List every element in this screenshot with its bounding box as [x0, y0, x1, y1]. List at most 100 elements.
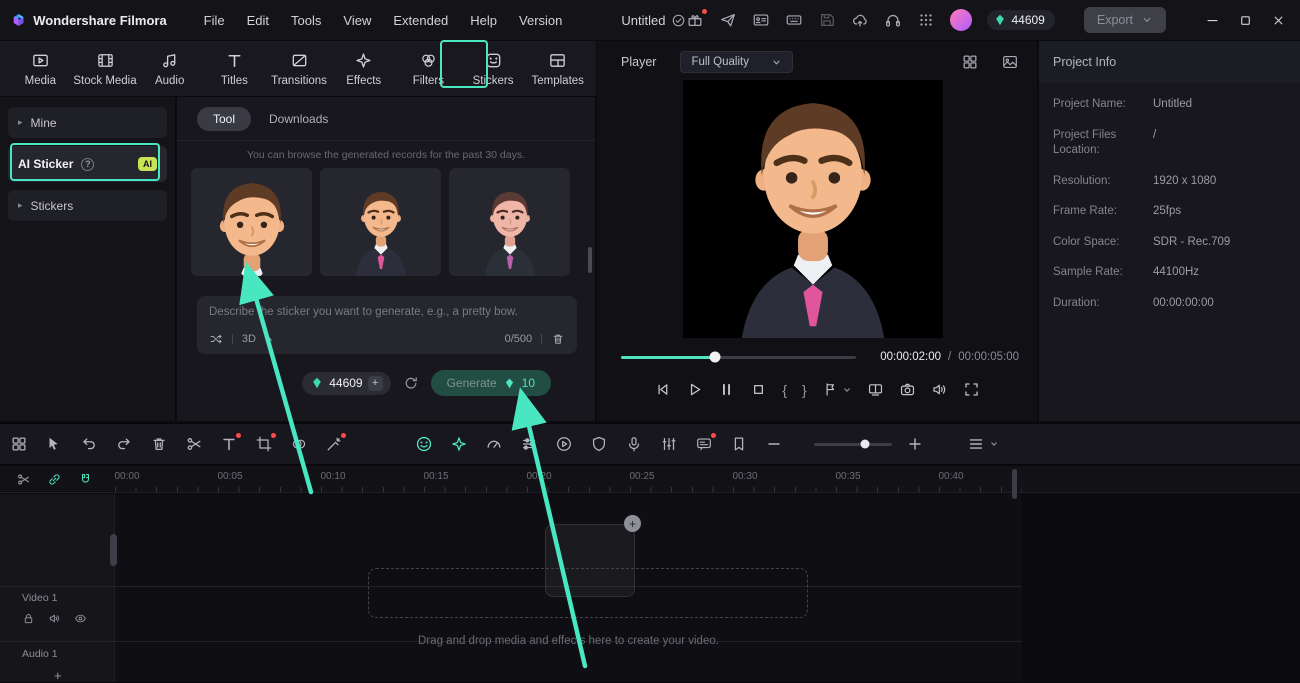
sidebar-item-stickers[interactable]: ▸ Stickers [8, 190, 167, 221]
track-size-toggle[interactable] [967, 435, 999, 453]
tab-filters[interactable]: Filters [396, 45, 461, 93]
shortcut-keyboard-icon[interactable] [785, 11, 803, 29]
mark-out-button[interactable]: } [802, 383, 807, 397]
hide-track-eye-icon[interactable] [74, 612, 87, 625]
timeline-ruler[interactable]: 00:00 00:05 00:10 00:15 00:20 00:25 00:3… [0, 466, 1300, 493]
mask-icon[interactable] [590, 435, 608, 453]
auto-ripple-magnet-icon[interactable] [78, 472, 93, 487]
play-button[interactable] [686, 381, 703, 398]
media-browser-icon[interactable] [10, 435, 28, 453]
link-clips-icon[interactable] [47, 472, 62, 487]
crop-icon[interactable] [255, 435, 273, 453]
track-header-scrollbar[interactable] [110, 534, 117, 566]
media-dropzone[interactable] [368, 568, 808, 618]
menu-tools[interactable]: Tools [280, 8, 332, 33]
save-icon[interactable] [818, 11, 836, 29]
add-track-button[interactable]: + [54, 668, 62, 683]
gift-icon[interactable] [686, 11, 704, 29]
prompt-input[interactable]: Describe the sticker you want to generat… [197, 296, 577, 354]
magic-wand-icon[interactable] [325, 435, 343, 453]
color-adjust-icon[interactable] [520, 435, 538, 453]
snapshot-camera-button[interactable] [899, 381, 916, 398]
refresh-icon[interactable] [403, 375, 419, 391]
split-mode-icon[interactable] [16, 472, 31, 487]
sidebar-item-ai-sticker[interactable]: AI Sticker ? AI [8, 146, 167, 182]
export-button[interactable]: Export [1083, 7, 1166, 33]
menu-edit[interactable]: Edit [236, 8, 280, 33]
dual-screen-button[interactable] [867, 381, 884, 398]
layout-grid-icon[interactable] [961, 53, 979, 71]
lock-track-icon[interactable] [22, 612, 35, 625]
coin-balance-badge[interactable]: 44609 [987, 10, 1055, 30]
contact-card-icon[interactable] [752, 11, 770, 29]
menu-extended[interactable]: Extended [382, 8, 459, 33]
tab-titles[interactable]: Titles [202, 45, 267, 93]
timeline-tracks[interactable]: Video 1 Audio 1 + + Drag and drop media … [0, 494, 1022, 683]
support-headset-icon[interactable] [884, 11, 902, 29]
auto-caption-icon[interactable] [695, 435, 713, 453]
apps-grid-icon[interactable] [917, 11, 935, 29]
seek-slider[interactable] [621, 351, 857, 363]
sticker-thumbnail-3[interactable] [449, 168, 570, 276]
chevron-up-icon[interactable] [264, 334, 274, 344]
tab-effects[interactable]: Effects [331, 45, 396, 93]
add-marker-icon[interactable] [730, 435, 748, 453]
zoom-out-icon[interactable] [765, 435, 783, 453]
trash-icon[interactable] [551, 332, 565, 346]
timeline-zoom-slider[interactable] [814, 439, 892, 449]
add-coins-button[interactable]: + [367, 375, 383, 391]
seek-handle[interactable] [709, 351, 721, 363]
user-avatar[interactable] [950, 9, 973, 31]
menu-file[interactable]: File [193, 8, 236, 33]
mark-in-button[interactable]: { [782, 383, 787, 397]
add-text-icon[interactable] [220, 435, 238, 453]
background-image-icon[interactable] [1001, 53, 1019, 71]
undo-icon[interactable] [80, 435, 98, 453]
select-cursor-icon[interactable] [45, 435, 63, 453]
timeline-scrollbar[interactable] [1012, 469, 1017, 499]
project-title[interactable]: Untitled [621, 13, 686, 28]
tab-audio[interactable]: Audio [137, 45, 202, 93]
pause-button[interactable] [718, 381, 735, 398]
share-icon[interactable] [719, 11, 737, 29]
minimize-button[interactable] [1205, 13, 1220, 28]
previous-frame-button[interactable] [654, 381, 671, 398]
record-voiceover-icon[interactable] [625, 435, 643, 453]
sticker-thumbnail-1[interactable] [191, 168, 312, 276]
fullscreen-button[interactable] [963, 381, 980, 398]
menu-help[interactable]: Help [459, 8, 508, 33]
blend-icon[interactable] [290, 435, 308, 453]
help-icon[interactable]: ? [81, 157, 95, 171]
sticker-thumbnail-2[interactable] [320, 168, 441, 276]
audio-mixer-icon[interactable] [660, 435, 678, 453]
delete-icon[interactable] [150, 435, 168, 453]
quality-dropdown[interactable]: Full Quality [680, 51, 793, 73]
tab-tool[interactable]: Tool [197, 107, 252, 131]
shuffle-icon[interactable] [209, 332, 223, 346]
tab-stickers[interactable]: Stickers [461, 45, 526, 93]
coin-balance-pill[interactable]: 44609 + [302, 371, 391, 395]
ruler-ticks[interactable]: 00:00 00:05 00:10 00:15 00:20 00:25 00:3… [114, 466, 1022, 492]
tab-stock-media[interactable]: Stock Media [73, 45, 138, 93]
marker-menu-button[interactable] [822, 381, 852, 398]
split-scissors-icon[interactable] [185, 435, 203, 453]
close-button[interactable] [1271, 13, 1286, 28]
volume-button[interactable] [931, 381, 948, 398]
stop-button[interactable] [750, 381, 767, 398]
sidebar-item-mine[interactable]: ▸ Mine [8, 107, 167, 138]
cloud-upload-icon[interactable] [851, 11, 869, 29]
zoom-in-icon[interactable] [906, 435, 924, 453]
tab-downloads[interactable]: Downloads [269, 112, 328, 126]
tab-transitions[interactable]: Transitions [267, 45, 332, 93]
redo-icon[interactable] [115, 435, 133, 453]
generate-button[interactable]: Generate 10 [430, 370, 551, 396]
tab-templates[interactable]: Templates [525, 45, 590, 93]
mute-track-icon[interactable] [48, 612, 61, 625]
speed-ramping-icon[interactable] [485, 435, 503, 453]
tab-media[interactable]: Media [8, 45, 73, 93]
zoom-handle[interactable] [860, 439, 870, 449]
maximize-button[interactable] [1238, 13, 1253, 28]
ai-effect-tool-icon[interactable] [450, 435, 468, 453]
menu-view[interactable]: View [332, 8, 382, 33]
ai-sticker-tool-icon[interactable] [415, 435, 433, 453]
